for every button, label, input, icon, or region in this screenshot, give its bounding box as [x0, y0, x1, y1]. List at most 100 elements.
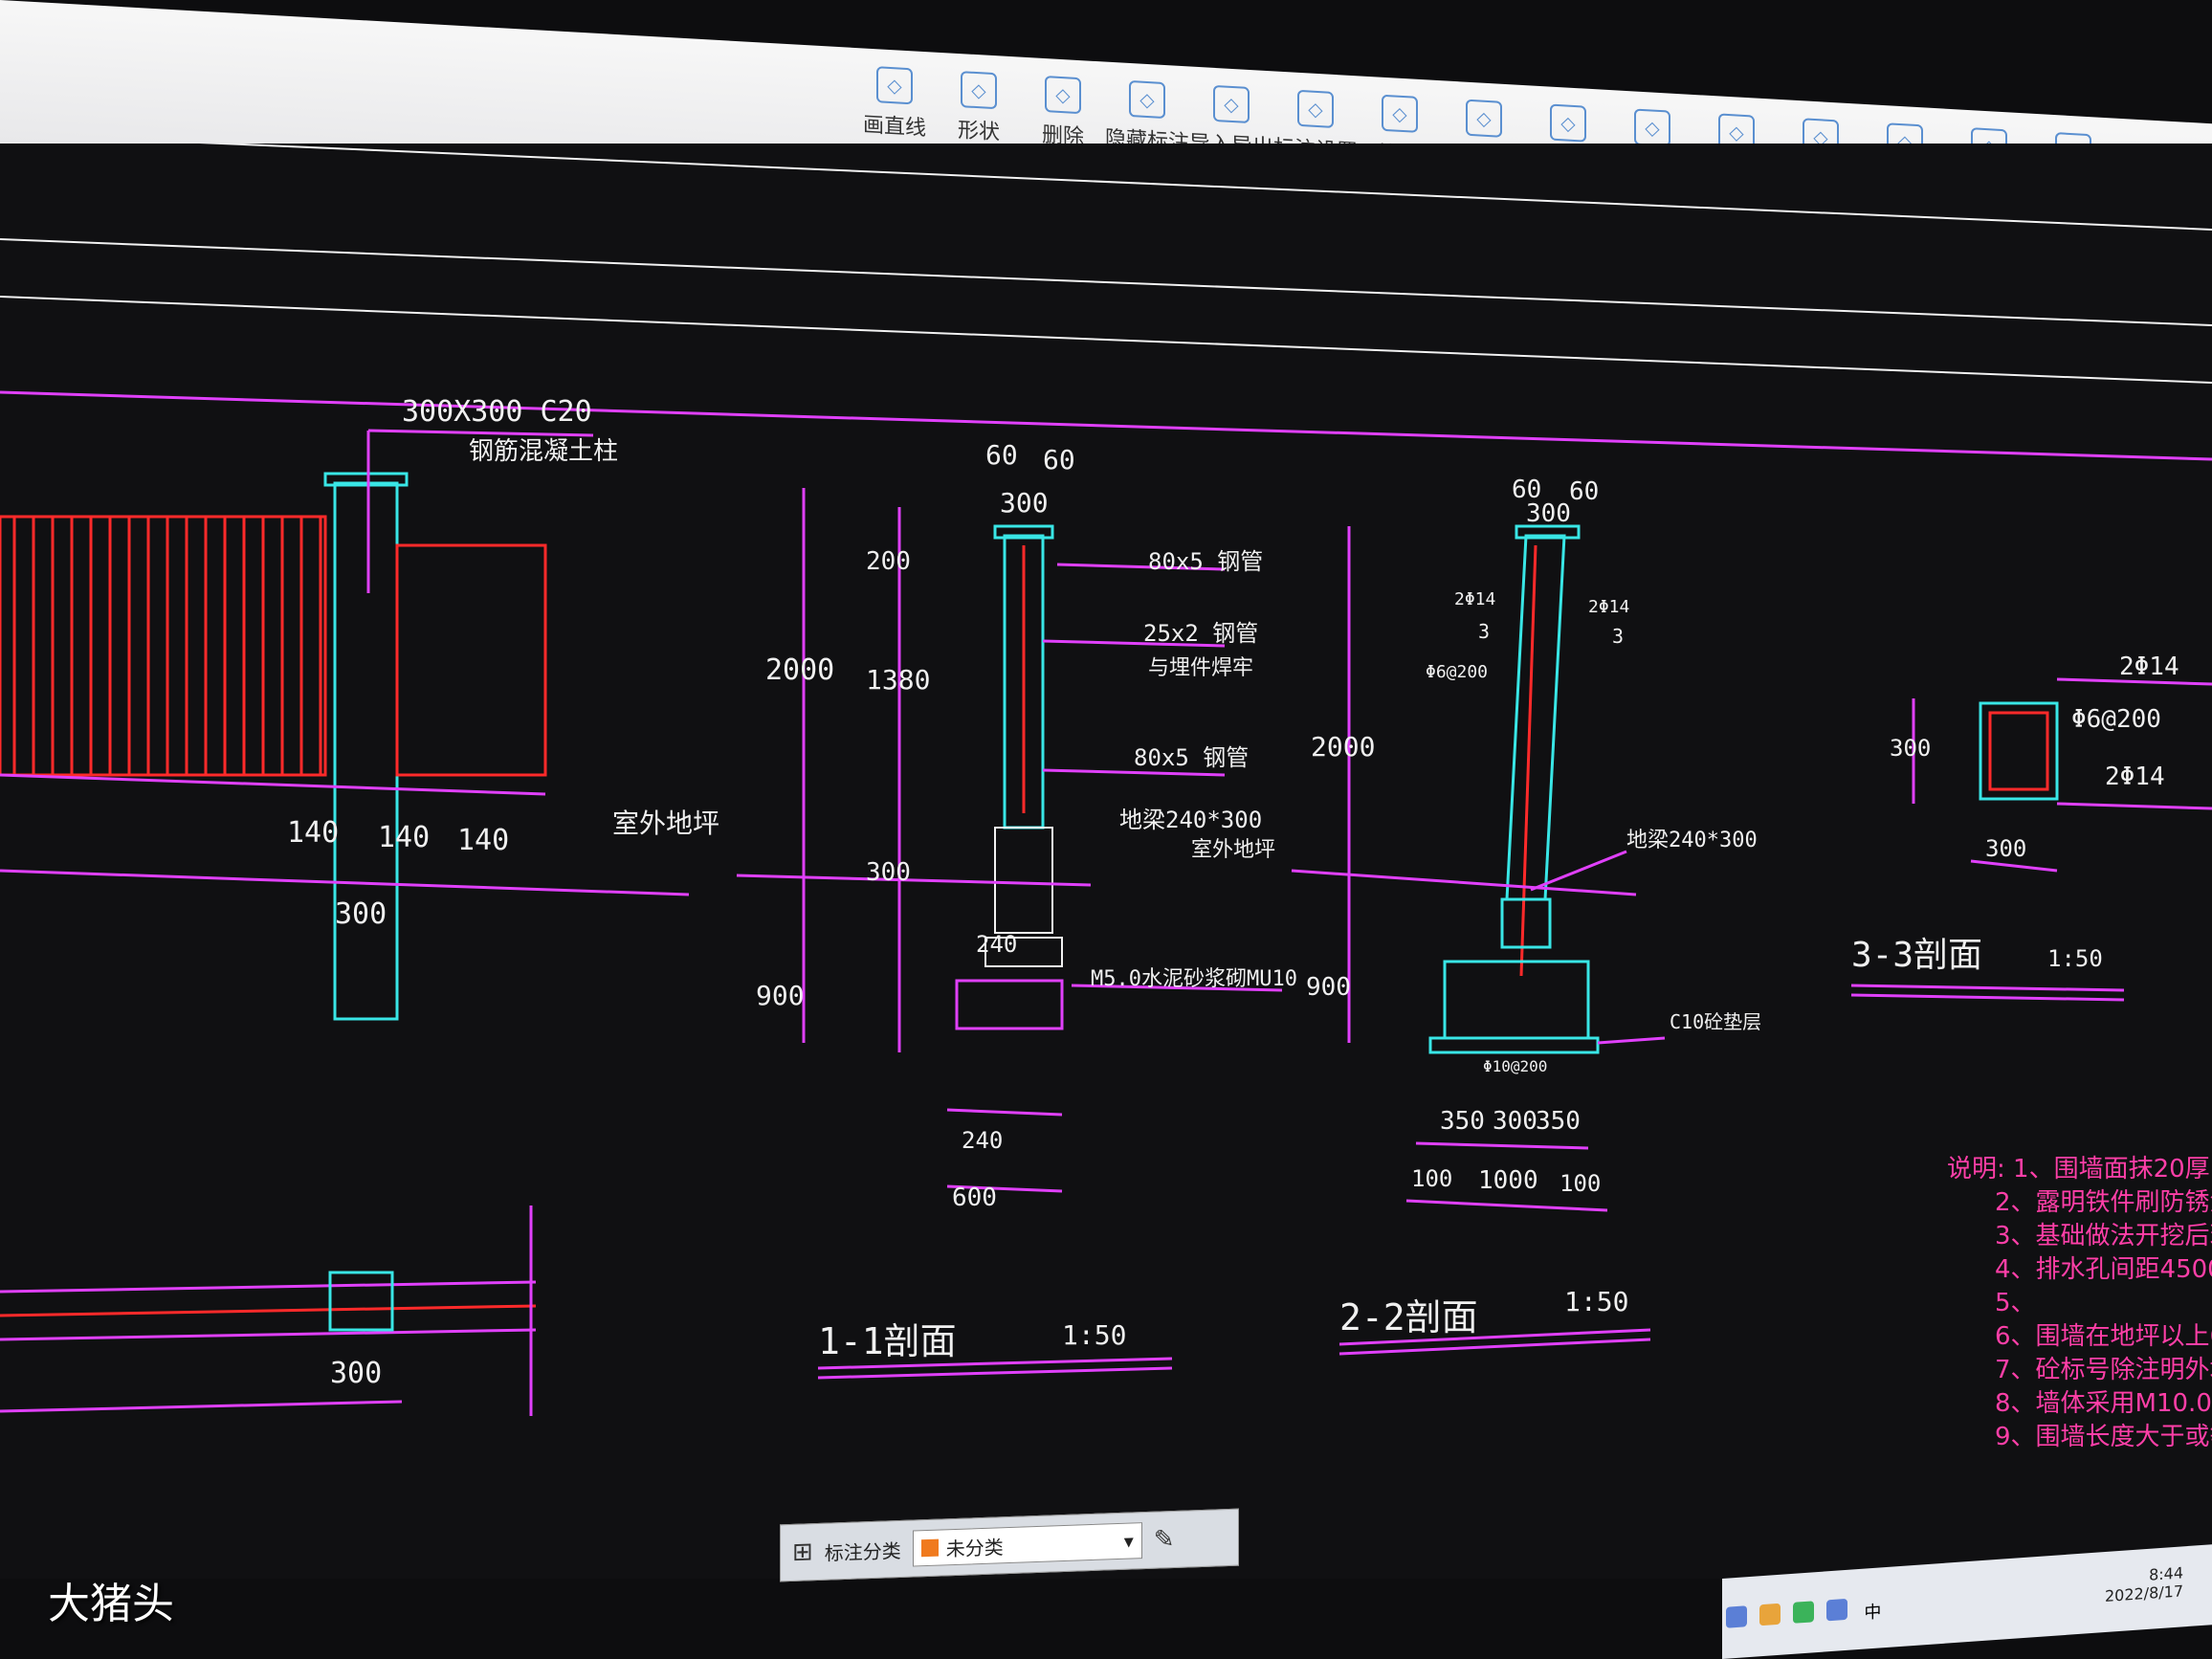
dim-text: 900	[756, 980, 805, 1011]
design-notes: 说明: 1、围墙面抹20厚1:2.5水 2、露明铁件刷防锈漆二道, 3、基础做法开挖…	[1947, 1155, 2212, 1451]
dim-text: 2000	[765, 653, 834, 687]
wall-base	[994, 827, 1053, 934]
dim-line	[1415, 1141, 1589, 1150]
category-grid-icon[interactable]: ⊞	[792, 1537, 813, 1567]
rebar-label: 2Φ14	[1454, 589, 1495, 609]
section-title: 2-2剖面	[1339, 1296, 1478, 1338]
dim-text: 300	[330, 1357, 382, 1390]
cushion	[1428, 1036, 1600, 1054]
dim-text: 900	[1306, 973, 1351, 1002]
annotation-category-select[interactable]: 未分类 ▾	[912, 1522, 1142, 1567]
column-label-cn: 钢筋混凝土柱	[469, 437, 618, 466]
dim-text: 1380	[866, 664, 930, 696]
fence-railing	[0, 515, 327, 777]
rebar-label: 2Φ14	[1588, 597, 1629, 617]
cushion-label: C10砼垫层	[1670, 1010, 1761, 1033]
dim-line	[1405, 1199, 1608, 1212]
pipe-label: 80x5 钢管	[1134, 744, 1249, 771]
note-line: 2、露明铁件刷防锈漆二道,	[1995, 1188, 2212, 1217]
line-icon: ◇	[876, 66, 913, 105]
ground-line	[0, 773, 546, 796]
title-underline	[1850, 984, 2125, 992]
dim-text: 240	[962, 1127, 1003, 1154]
tray-icon[interactable]	[1759, 1603, 1781, 1626]
ground-line	[736, 874, 1092, 887]
annotation-settings-icon: ◇	[1297, 89, 1334, 128]
note-line: 9、围墙长度大于或等于75米时	[1995, 1423, 2212, 1451]
leader-line	[1530, 850, 1627, 892]
fence-elevation: 300X300 C20 钢筋混凝土柱 140 140 140 300 室外地坪	[0, 395, 719, 1021]
plan-line	[0, 1328, 537, 1341]
plan-column	[328, 1271, 394, 1332]
section-scale: 1:50	[1062, 1319, 1126, 1351]
bar-label: Φ10@200	[1483, 1057, 1547, 1075]
leader-line	[1597, 1036, 1666, 1045]
rebar-label: 3	[1612, 625, 1624, 648]
section-scale: 1:50	[1564, 1286, 1628, 1317]
stirrup	[1988, 711, 2049, 791]
rebar-label: 2Φ14	[2105, 763, 2165, 791]
dim-text: 60	[985, 439, 1018, 471]
section-3-3: 2Φ14 Φ6@200 2Φ14 300 300 3-3剖面 1:50	[1850, 653, 2212, 1002]
dim-line	[0, 1400, 403, 1413]
wall-section	[1505, 534, 1566, 901]
dim-text: 300	[1985, 835, 2026, 862]
dim-text: 300	[1526, 499, 1571, 528]
mortar-label: M5.0水泥砂浆砌MU10	[1091, 967, 1297, 991]
tray-icon[interactable]	[1726, 1605, 1747, 1628]
dim-text: 300	[1000, 487, 1049, 519]
note-line: 说明: 1、围墙面抹20厚1:2.5水	[1947, 1155, 2212, 1183]
section-title: 3-3剖面	[1851, 936, 1982, 975]
dim-text: 60	[1569, 477, 1599, 506]
ground-line	[1291, 869, 1637, 896]
fence-railing	[395, 543, 547, 777]
dim-text: 300	[866, 858, 911, 887]
print-icon: ◇	[1634, 108, 1670, 147]
pipe-label: 25x2 钢管	[1143, 620, 1258, 647]
pipe-label: 80x5 钢管	[1148, 548, 1263, 575]
footing	[1443, 960, 1590, 1040]
dim-text: 300	[1493, 1107, 1537, 1136]
text-search-icon: ◇	[1466, 99, 1502, 138]
tray-icon[interactable]	[1826, 1598, 1848, 1622]
rebar-label: Φ6@200	[2071, 705, 2161, 734]
tray-icon[interactable]	[1793, 1601, 1815, 1624]
ground-beam	[1500, 897, 1552, 949]
watermark: 大猪头	[48, 1580, 174, 1628]
edit-icon[interactable]: ✎	[1154, 1525, 1175, 1555]
dim-text: 300	[335, 897, 387, 931]
section-1-1: 60 60 300 2000 1380 200 900 300 80x5 钢管 …	[736, 439, 1297, 1380]
cad-drawing: 300X300 C20 钢筋混凝土柱 140 140 140 300 室外地坪 …	[0, 144, 2212, 1451]
dim-text: 140	[287, 816, 339, 850]
border-line	[0, 296, 2212, 384]
column-label: 300X300 C20	[402, 395, 592, 429]
system-clock[interactable]: 8:44 2022/8/17	[2105, 1563, 2183, 1605]
note-line: 5、	[1995, 1289, 2036, 1317]
cad-canvas[interactable]: 300X300 C20 钢筋混凝土柱 140 140 140 300 室外地坪 …	[0, 144, 2212, 1579]
rebar-label: Φ6@200	[1426, 662, 1488, 682]
beam-label: 地梁240*300	[1119, 807, 1262, 833]
toolbar-button-label: 画直线	[862, 113, 926, 142]
scale-icon: ◇	[1382, 94, 1418, 133]
dim-text: 200	[866, 547, 911, 576]
foundation	[955, 979, 1064, 1030]
dim-text: 350	[1440, 1107, 1485, 1136]
note-line: 3、基础做法开挖后现场定。	[1995, 1222, 2212, 1250]
section-2-2: 60 60 300 2Φ14 3 2Φ14 3 Φ6@200 2000 900 …	[1291, 476, 1761, 1356]
note-line: 8、墙体采用M10.0烧结砖,M	[1995, 1389, 2212, 1418]
note-line: 4、排水孔间距4500(或按	[1995, 1255, 2212, 1284]
dim-text: 350	[1536, 1107, 1581, 1136]
dim-text: 1000	[1478, 1166, 1538, 1195]
dim-text: 60	[1043, 444, 1075, 476]
beam-label: 地梁240*300	[1626, 829, 1758, 852]
annotation-category-label: 标注分类	[824, 1538, 901, 1565]
ime-indicator[interactable]: 中	[1864, 1602, 1881, 1623]
dim-text: 140	[457, 824, 509, 857]
dim-text: 2000	[1311, 731, 1375, 763]
delete-icon: ◇	[1045, 76, 1081, 115]
ground-label: 室外地坪	[612, 807, 719, 839]
ground-label: 室外地坪	[1191, 838, 1275, 862]
category-selected: 未分类	[945, 1535, 1004, 1560]
leader-line	[2056, 802, 2212, 810]
border-line	[199, 144, 2212, 231]
